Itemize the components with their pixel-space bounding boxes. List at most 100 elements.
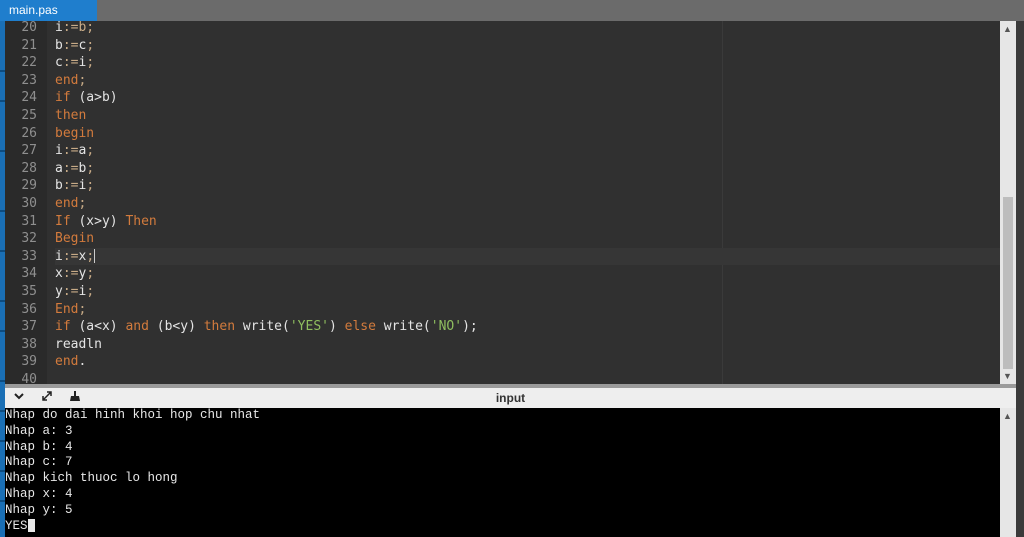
code-token: :=b; (62, 21, 95, 35)
code-line[interactable]: a:=b; (55, 160, 1000, 178)
code-line[interactable]: i:=x; (55, 247, 1000, 266)
line-number: 27 (21, 143, 37, 159)
code-line[interactable]: begin (55, 125, 1000, 143)
code-token: (a<x) (70, 319, 126, 335)
line-number: 32 (21, 231, 37, 247)
code-token: ; (86, 143, 95, 159)
code-token: . (78, 354, 87, 370)
broom-icon[interactable] (65, 388, 85, 408)
code-token: else (344, 319, 376, 335)
code-token: ; (86, 37, 95, 53)
console-cursor (27, 518, 35, 532)
code-line[interactable]: c:=i; (55, 54, 1000, 72)
line-number: 20 (21, 21, 37, 35)
code-token: ; (86, 266, 95, 282)
code-token: write( (235, 319, 290, 335)
code-token: ; (86, 178, 95, 194)
code-token: end (55, 195, 79, 211)
code-line[interactable]: If (x>y) Then (55, 213, 1000, 231)
line-number: 25 (21, 107, 37, 123)
line-number: 33 (21, 248, 37, 264)
code-token: i (55, 248, 63, 264)
code-line[interactable] (55, 371, 1000, 384)
editor-vertical-scrollbar[interactable]: ▲ ▼ (1000, 21, 1016, 384)
code-token: y (55, 283, 63, 299)
code-token: := (62, 55, 79, 71)
code-line[interactable]: Begin (55, 230, 1000, 248)
code-token: ; (78, 72, 87, 88)
console-line: Nhap x: 4 (5, 487, 1000, 503)
code-token: end (55, 72, 79, 88)
code-token: (x>y) (70, 213, 126, 229)
console-line-text: Nhap do dai hinh khoi hop chu nhat (5, 408, 261, 422)
expand-arrows-icon[interactable] (37, 388, 57, 408)
code-token: := (62, 37, 79, 53)
code-line[interactable]: b:=i; (55, 177, 1000, 195)
code-token: := (62, 178, 79, 194)
line-number: 24 (21, 90, 37, 106)
code-token: ) (328, 319, 345, 335)
code-lines[interactable]: i:=b; b:=c; c:=i; end; if (a>b) then begin i:=a… (55, 21, 1000, 384)
chevron-down-icon[interactable] (9, 388, 29, 408)
console-vertical-scrollbar[interactable]: ▲ (1000, 408, 1016, 537)
code-line[interactable]: end; (55, 195, 1000, 213)
tab-main-pas[interactable]: main.pas (0, 0, 97, 21)
code-line[interactable]: end. (55, 353, 1000, 371)
line-number: 29 (21, 178, 37, 194)
code-line[interactable]: i:=a; (55, 142, 1000, 160)
code-token: end (55, 354, 79, 370)
scroll-up-arrow-icon[interactable]: ▲ (1003, 411, 1012, 421)
code-token: 'NO' (430, 319, 463, 335)
code-token: (a>b) (70, 90, 118, 106)
scroll-down-arrow-icon[interactable]: ▼ (1003, 371, 1012, 381)
console-line-text: YES (5, 518, 28, 533)
line-number: 28 (21, 160, 37, 176)
panel-title: input (495, 391, 526, 405)
console-line: Nhap a: 3 (5, 424, 1000, 440)
code-token: ; (86, 283, 95, 299)
line-number: 26 (21, 125, 37, 141)
code-token: i (55, 143, 63, 159)
code-line[interactable]: y:=i; (55, 283, 1000, 301)
scroll-up-arrow-icon[interactable]: ▲ (1003, 24, 1012, 34)
code-token: if (55, 90, 71, 106)
console-output[interactable]: Nhap do dai hinh khoi hop chu nhat Nhap a… (5, 408, 1000, 537)
console-line: Nhap kich thuoc lo hong (5, 471, 1000, 487)
code-token: then (55, 107, 87, 123)
code-token: c (55, 55, 63, 71)
line-number: 38 (21, 336, 37, 352)
code-token: ; (86, 55, 95, 71)
code-line[interactable]: i:=b; (55, 21, 1000, 37)
line-number: 37 (21, 319, 37, 335)
code-line[interactable]: if (a<x) and (b<y) then write('YES') els… (55, 318, 1000, 336)
code-token: (b<y) (148, 319, 204, 335)
code-token: 'YES' (289, 319, 329, 335)
code-line[interactable]: b:=c; (55, 37, 1000, 55)
code-token: write( (375, 319, 431, 335)
console-line: Nhap y: 5 (5, 503, 1000, 519)
code-line[interactable]: if (a>b) (55, 89, 1000, 107)
console-line: Nhap b: 4 (5, 440, 1000, 456)
line-number: 31 (21, 213, 37, 229)
code-token: x (55, 266, 63, 282)
code-line[interactable]: then (55, 107, 1000, 125)
code-line[interactable]: end; (55, 72, 1000, 90)
code-line[interactable]: x:=y; (55, 265, 1000, 283)
code-line[interactable]: readln (55, 336, 1000, 354)
code-token: := (62, 143, 79, 159)
line-number: 35 (21, 283, 37, 299)
code-token: ; (78, 301, 87, 317)
code-token: ; (86, 248, 95, 264)
code-token: Begin (55, 231, 95, 247)
code-token: := (62, 266, 79, 282)
code-line[interactable]: End; (55, 301, 1000, 319)
line-number: 36 (21, 301, 37, 317)
console-line-text: Nhap b: 4 (5, 439, 73, 454)
tab-bar: main.pas (0, 0, 1024, 21)
console-line-text: Nhap x: 4 (5, 486, 73, 501)
code-editor[interactable]: 20 21 22 23 24 25 26 27 28 29 30 31 32 33 34 35 36 37 38 39… (5, 21, 1000, 384)
io-panel-header: input (5, 388, 1016, 408)
text-caret (94, 249, 96, 264)
editor-scroll-thumb[interactable] (1003, 197, 1013, 369)
line-number: 21 (21, 37, 37, 53)
